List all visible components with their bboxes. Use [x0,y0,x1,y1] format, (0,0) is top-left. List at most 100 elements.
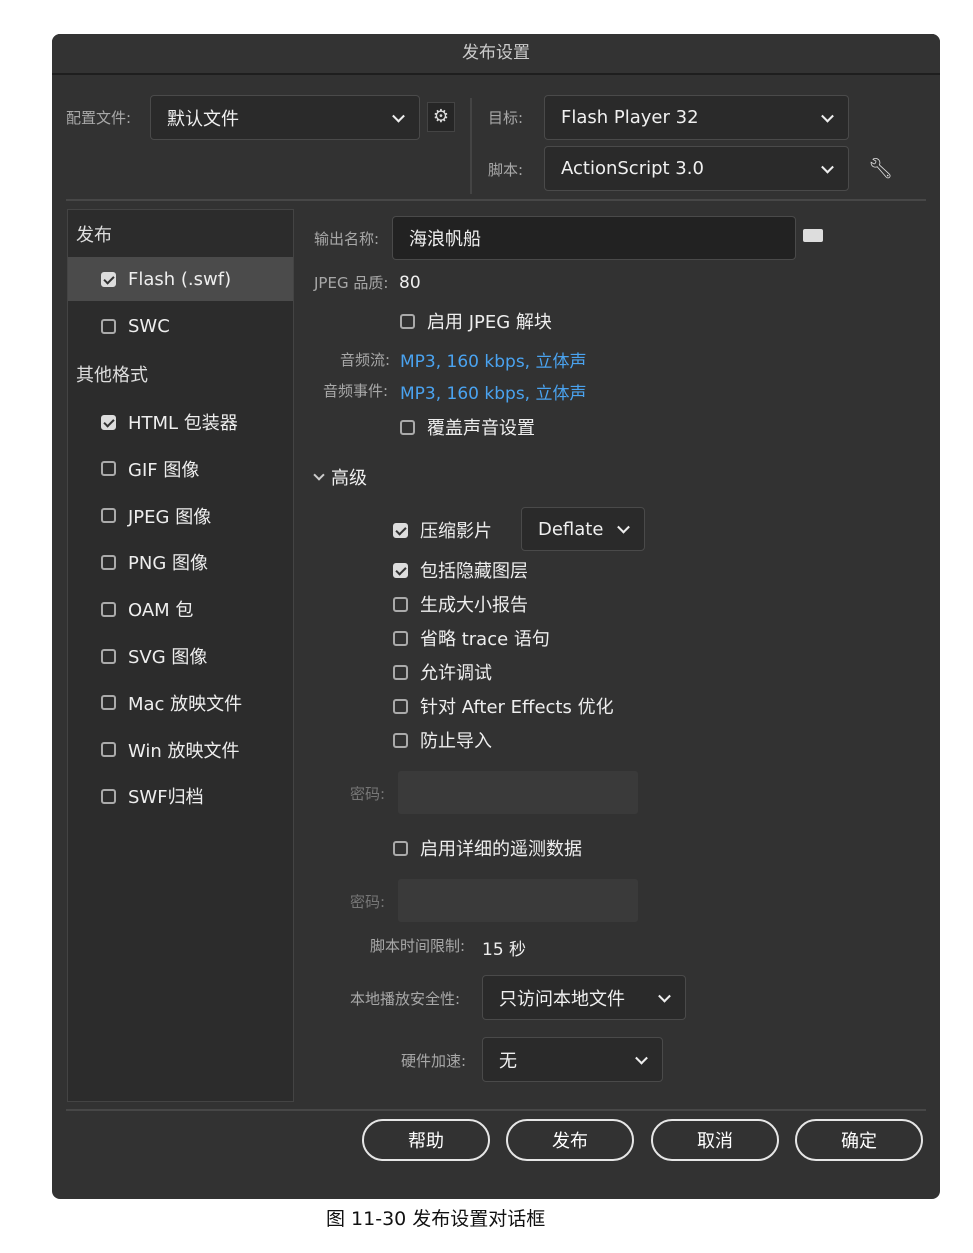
item-label: Win 放映文件 [128,740,240,762]
format-item[interactable]: OAM 包 [101,596,193,622]
include-hidden-checkbox[interactable]: 包括隐藏图层 [393,557,528,583]
publish-settings-dialog: 发布设置 配置文件: 默认文件 ⚙ 目标: Flash Player 32 脚本… [52,34,940,1199]
output-name-label: 输出名称: [314,230,380,248]
checkbox[interactable] [393,664,408,680]
script-dropdown[interactable]: ActionScript 3.0 [544,146,849,191]
publish-button[interactable]: 发布 [506,1119,634,1161]
folder-icon[interactable] [803,229,823,242]
checkbox[interactable] [101,272,116,287]
item-label: Mac 放映文件 [128,693,243,715]
checkbox[interactable] [101,414,116,430]
local-security-dropdown[interactable]: 只访问本地文件 [482,975,686,1020]
item-label: SWC [128,316,170,337]
jpeg-quality-value[interactable]: 80 [399,273,421,293]
allow-debug-checkbox[interactable]: 允许调试 [393,659,492,685]
item-label: OAM 包 [128,600,194,622]
ae-optimize-checkbox[interactable]: 针对 After Effects 优化 [393,693,614,719]
checkbox[interactable] [101,319,116,334]
checkbox[interactable] [393,596,408,612]
chevron-down-icon [658,989,671,1003]
checkbox[interactable] [393,562,408,578]
ok-button[interactable]: 确定 [795,1119,923,1161]
label: 启用详细的遥测数据 [420,839,582,860]
item-label: PNG 图像 [128,553,208,575]
compress-movie-checkbox[interactable]: 压缩影片 [393,517,492,543]
label: 生成大小报告 [420,595,528,616]
jpeg-quality-label: JPEG 品质: [314,274,389,292]
publish-header: 发布 [76,225,112,246]
local-security-value: 只访问本地文件 [499,988,625,1010]
checkbox[interactable] [400,313,415,329]
script-time-limit-label: 脚本时间限制: [370,937,466,955]
divider [66,199,926,201]
override-sound-checkbox[interactable]: 覆盖声音设置 [400,414,535,440]
gear-icon[interactable]: ⚙ [427,102,455,132]
checkbox[interactable] [393,630,408,646]
dialog-title: 发布设置 [52,34,940,75]
hardware-accel-dropdown[interactable]: 无 [482,1037,663,1082]
label: 覆盖声音设置 [427,418,535,439]
telemetry-checkbox[interactable]: 启用详细的遥测数据 [393,835,582,861]
format-item-swc[interactable]: SWC [101,316,170,337]
output-name-input[interactable]: 海浪帆船 [392,216,796,260]
jpeg-deblock-checkbox[interactable]: 启用 JPEG 解块 [400,308,552,334]
wrench-icon[interactable]: 🔧︎ [868,156,893,180]
script-label: 脚本: [488,161,524,179]
advanced-toggle[interactable]: 高级 [313,464,367,490]
item-label: SWF归档 [128,787,204,809]
checkbox[interactable] [101,601,116,617]
checkbox[interactable] [101,461,116,477]
compression-value: Deflate [538,518,604,540]
checkbox[interactable] [101,648,116,664]
protect-import-checkbox[interactable]: 防止导入 [393,727,492,753]
checkbox[interactable] [101,788,116,804]
size-report-checkbox[interactable]: 生成大小报告 [393,591,528,617]
label: 防止导入 [420,731,492,752]
format-item[interactable]: SWF归档 [101,783,204,809]
target-dropdown[interactable]: Flash Player 32 [544,95,849,140]
checkbox[interactable] [101,695,116,711]
audio-stream-link[interactable]: MP3, 160 kbps, 立体声 [400,347,587,372]
script-time-limit-value[interactable]: 15 秒 [482,935,526,960]
checkbox[interactable] [101,554,116,570]
format-item[interactable]: Mac 放映文件 [101,690,242,716]
format-item[interactable]: GIF 图像 [101,456,199,482]
checkbox[interactable] [393,698,408,714]
item-label: JPEG 图像 [128,506,212,528]
chevron-down-icon [635,1051,648,1065]
checkbox[interactable] [101,508,116,524]
checkbox[interactable] [393,522,408,538]
telemetry-password-label: 密码: [350,893,386,911]
format-item[interactable]: JPEG 图像 [101,503,211,529]
other-formats-header: 其他格式 [76,365,148,386]
format-item-flash[interactable]: Flash (.swf) [101,269,231,290]
help-button[interactable]: 帮助 [362,1119,490,1161]
output-name-value: 海浪帆船 [409,229,481,250]
omit-trace-checkbox[interactable]: 省略 trace 语句 [393,625,550,651]
audio-event-link[interactable]: MP3, 160 kbps, 立体声 [400,379,587,404]
target-label: 目标: [488,109,524,127]
format-item[interactable]: Win 放映文件 [101,737,240,763]
divider [66,1109,926,1111]
compression-dropdown[interactable]: Deflate [521,507,645,551]
checkbox[interactable] [101,742,116,758]
telemetry-password-input[interactable] [398,879,638,922]
profile-dropdown[interactable]: 默认文件 [150,95,420,140]
label: 针对 After Effects 优化 [420,697,614,718]
label: 允许调试 [420,663,492,684]
item-label: Flash (.swf) [128,269,232,290]
format-item[interactable]: HTML 包装器 [101,409,238,435]
chevron-down-icon [821,109,834,123]
audio-stream-label: 音频流: [340,351,391,369]
checkbox[interactable] [400,419,415,435]
cancel-button[interactable]: 取消 [651,1119,779,1161]
label: 压缩影片 [420,521,492,542]
checkbox[interactable] [393,732,408,748]
hardware-accel-value: 无 [499,1050,517,1072]
checkbox[interactable] [393,840,408,856]
item-label: HTML 包装器 [128,413,238,434]
format-item[interactable]: SVG 图像 [101,643,207,669]
label: 高级 [331,468,367,489]
password-input[interactable] [398,771,638,814]
format-item[interactable]: PNG 图像 [101,549,208,575]
